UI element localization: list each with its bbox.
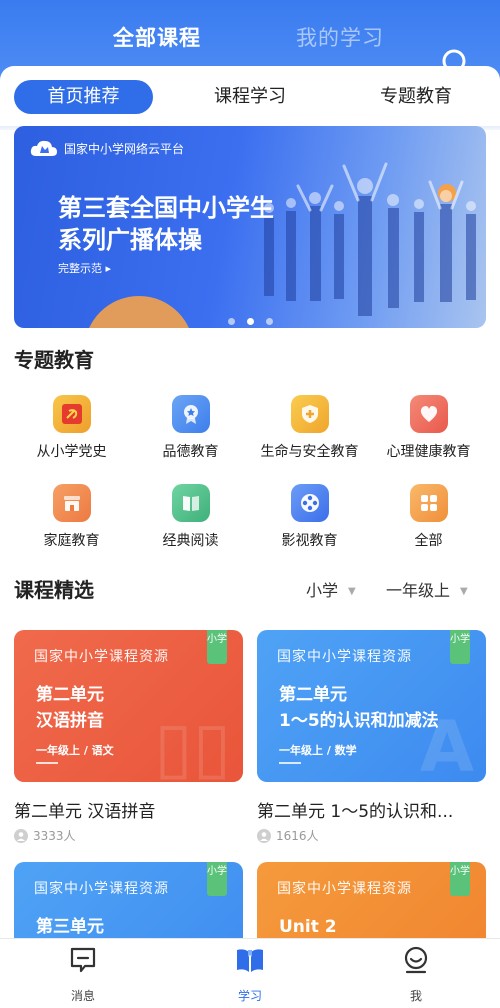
topic-label: 品德教育	[162, 444, 219, 460]
card-header: 国家中小学课程资源	[277, 881, 412, 897]
dropdown-caret-icon: ▼	[348, 586, 356, 597]
filter-label: 一年级上	[386, 581, 451, 600]
card-header: 国家中小学课程资源	[34, 649, 169, 665]
dropdown-caret-icon: ▼	[460, 586, 468, 597]
banner-logo-text: 国家中小学网络云平台	[64, 141, 185, 156]
course-card[interactable]: A 国家中小学课程资源 小学 第二单元 1～5的认识和加减法 一年级上 / 数学	[257, 630, 486, 782]
banner-students-illustration	[264, 162, 476, 316]
topic-mental-health[interactable]: 心理健康教育	[366, 395, 491, 461]
top-tabs: 全部课程 我的学习	[0, 22, 500, 87]
banner-title: 第三套全国中小学生 系列广播体操	[58, 192, 274, 256]
topic-moral-education[interactable]: 品德教育	[128, 395, 253, 461]
count-text: 1616人	[276, 829, 319, 843]
banner-title-line1: 第三套全国中小学生	[58, 194, 274, 222]
topic-film-education[interactable]: 影视教育	[247, 484, 372, 550]
banner-demo-link[interactable]: 完整示范 ▸	[58, 260, 111, 276]
topic-label: 全部	[414, 533, 443, 549]
course-card[interactable]: ▯▯ 国家中小学课程资源 小学 第二单元 汉语拼音 一年级上 / 语文	[14, 630, 243, 782]
film-reel-icon	[290, 484, 329, 522]
course-learner-count: 1616人	[257, 827, 319, 844]
card-title-line2: 1～5的认识和加减法	[279, 711, 439, 731]
topics-section-title: 专题教育	[14, 348, 94, 372]
card-meta: 一年级上 / 语文	[36, 744, 114, 757]
card-title: Unit 2	[279, 914, 337, 940]
user-icon	[257, 828, 271, 843]
card-title-line1: Unit 2	[279, 917, 337, 937]
topic-all[interactable]: 全部	[366, 484, 491, 550]
profile-icon	[404, 946, 428, 974]
medal-icon	[171, 395, 210, 433]
card-meta: 一年级上 / 数学	[279, 744, 357, 757]
house-icon	[52, 484, 91, 522]
card-underline	[36, 762, 58, 764]
heart-icon	[409, 395, 448, 433]
book-watermark-icon: ▯▯	[153, 706, 231, 782]
topic-label: 心理健康教育	[386, 444, 471, 460]
nav-messages[interactable]: 消息	[43, 945, 123, 1004]
tab-all-courses[interactable]: 全部课程	[113, 22, 201, 52]
grade-filter[interactable]: 一年级上 ▼	[386, 577, 468, 601]
topic-label: 生命与安全教育	[260, 444, 359, 460]
carousel-dot[interactable]	[265, 318, 273, 325]
promo-banner[interactable]: 国家中小学网络云平台 第三套全国中小学生 系列广播体操 完整示范 ▸	[14, 126, 486, 328]
cloud-logo-icon	[30, 140, 57, 156]
courses-section-title: 课程精选	[14, 578, 94, 602]
nav-label: 我	[409, 989, 422, 1003]
card-title-line1: 第三单元	[36, 917, 104, 937]
nav-learning[interactable]: 学习	[210, 945, 290, 1004]
open-book-icon	[237, 949, 263, 972]
carousel-dot[interactable]	[227, 318, 235, 325]
topic-classic-reading[interactable]: 经典阅读	[128, 484, 253, 550]
banner-title-line2: 系列广播体操	[58, 226, 202, 254]
card-title-line1: 第二单元	[279, 685, 347, 705]
course-learner-count: 3333人	[14, 827, 76, 844]
card-header: 国家中小学课程资源	[277, 649, 412, 665]
card-badge: 小学	[450, 862, 470, 896]
bottom-navigation: 消息 学习 我	[0, 938, 500, 1008]
subtab-course-learning[interactable]: 课程学习	[195, 80, 305, 114]
card-badge: 小学	[450, 630, 470, 664]
card-header: 国家中小学课程资源	[34, 881, 169, 897]
topic-label: 影视教育	[281, 533, 338, 549]
banner-logo: 国家中小学网络云平台	[30, 138, 184, 158]
nav-profile[interactable]: 我	[376, 945, 456, 1004]
user-icon	[14, 828, 28, 843]
topic-label: 经典阅读	[162, 533, 219, 549]
filter-label: 小学	[306, 581, 339, 600]
topic-label: 家庭教育	[43, 533, 100, 549]
topic-label: 从小学党史	[36, 444, 107, 460]
card-title-line1: 第二单元	[36, 685, 104, 705]
grade-level-filter[interactable]: 小学 ▼	[306, 577, 356, 601]
book-icon	[171, 484, 210, 522]
subtab-topic-education[interactable]: 专题教育	[361, 80, 471, 114]
card-title: 第二单元 汉语拼音	[36, 682, 104, 734]
tab-my-learning[interactable]: 我的学习	[296, 22, 384, 52]
party-emblem-icon	[52, 395, 91, 433]
nav-label: 学习	[237, 989, 262, 1003]
card-title-line2: 汉语拼音	[36, 711, 104, 731]
grid-icon	[409, 484, 448, 522]
shield-icon	[290, 395, 329, 433]
topic-life-safety[interactable]: 生命与安全教育	[247, 395, 372, 461]
card-badge: 小学	[207, 862, 227, 896]
card-underline	[279, 762, 301, 764]
subtab-home-recommend[interactable]: 首页推荐	[14, 80, 153, 114]
carousel-dots	[14, 310, 486, 328]
course-name[interactable]: 第二单元 汉语拼音	[14, 797, 243, 822]
card-title: 第三单元	[36, 914, 104, 940]
topic-family-education[interactable]: 家庭教育	[9, 484, 134, 550]
message-icon	[70, 947, 96, 973]
topic-party-history[interactable]: 从小学党史	[9, 395, 134, 461]
carousel-dot-active[interactable]	[246, 318, 254, 325]
count-text: 3333人	[33, 829, 76, 843]
nav-label: 消息	[70, 989, 95, 1003]
card-title: 第二单元 1～5的认识和加减法	[279, 682, 439, 734]
card-badge: 小学	[207, 630, 227, 664]
sub-tabs: 首页推荐 课程学习 专题教育	[0, 66, 500, 126]
course-name[interactable]: 第二单元 1～5的认识和...	[257, 797, 486, 822]
